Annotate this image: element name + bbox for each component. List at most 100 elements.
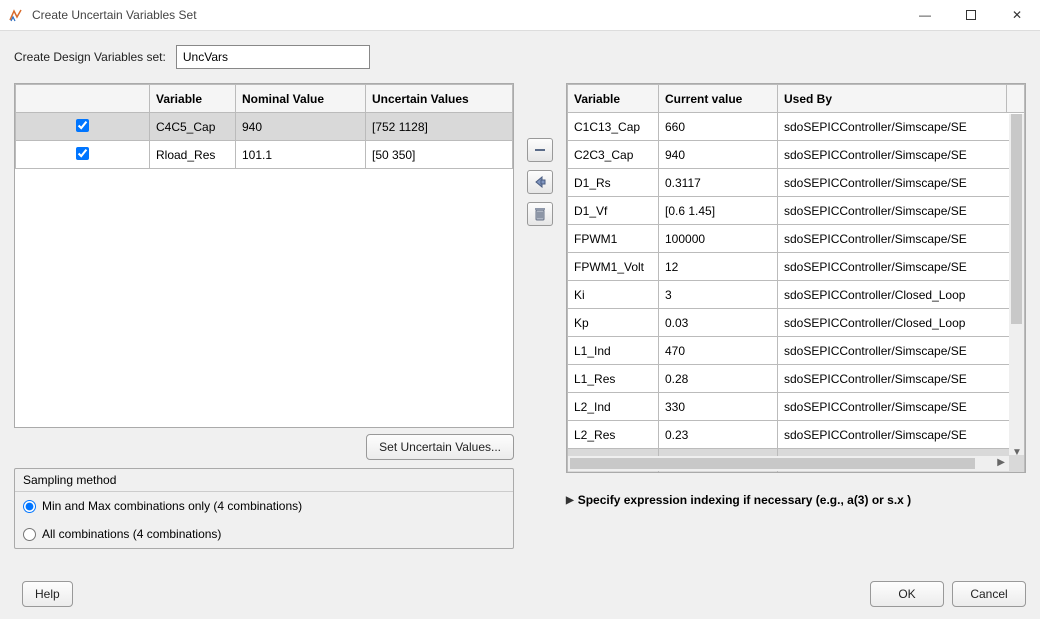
arrow-left-icon <box>533 176 547 188</box>
cell-variable[interactable]: Rload_Res <box>150 141 236 169</box>
table-row[interactable]: L1_Res0.28sdoSEPICController/Simscape/SE <box>568 365 1025 393</box>
cell-variable[interactable]: FPWM1 <box>568 225 659 253</box>
cell-variable[interactable]: C4C5_Cap <box>150 113 236 141</box>
cell-variable[interactable]: L1_Ind <box>568 337 659 365</box>
sampling-method-group: Sampling method Min and Max combinations… <box>14 468 514 549</box>
set-uncertain-values-button[interactable]: Set Uncertain Values... <box>366 434 514 460</box>
cell-usedby[interactable]: sdoSEPICController/Simscape/SE <box>778 253 1025 281</box>
cell-variable[interactable]: D1_Rs <box>568 169 659 197</box>
cell-uncertain[interactable]: [752 1128] <box>366 113 513 141</box>
cell-current[interactable]: 660 <box>659 113 778 141</box>
cell-usedby[interactable]: sdoSEPICController/Simscape/SE <box>778 225 1025 253</box>
table-row[interactable]: Ki3sdoSEPICController/Closed_Loop <box>568 281 1025 309</box>
cell-uncertain[interactable]: [50 350] <box>366 141 513 169</box>
add-left-button[interactable] <box>527 170 553 194</box>
cell-current[interactable]: [0.6 1.45] <box>659 197 778 225</box>
cell-variable[interactable]: D1_Vf <box>568 197 659 225</box>
cell-variable[interactable]: L2_Res <box>568 421 659 449</box>
uncertain-vars-table[interactable]: Variable Nominal Value Uncertain Values … <box>14 83 514 428</box>
vertical-scrollbar[interactable]: ▼ <box>1009 114 1024 455</box>
cell-current[interactable]: 0.28 <box>659 365 778 393</box>
cell-usedby[interactable]: sdoSEPICController/Simscape/SE <box>778 421 1025 449</box>
row-checkbox[interactable] <box>76 119 89 132</box>
minimize-button[interactable]: — <box>902 0 948 31</box>
cell-variable[interactable]: Ki <box>568 281 659 309</box>
cell-nominal[interactable]: 940 <box>236 113 366 141</box>
cell-nominal[interactable]: 101.1 <box>236 141 366 169</box>
maximize-icon <box>966 10 976 20</box>
col-uncertain[interactable]: Uncertain Values <box>366 85 513 113</box>
cell-variable[interactable]: C2C3_Cap <box>568 141 659 169</box>
radio-minmax-label: Min and Max combinations only (4 combina… <box>42 499 302 513</box>
cell-usedby[interactable]: sdoSEPICController/Closed_Loop <box>778 309 1025 337</box>
cell-usedby[interactable]: sdoSEPICController/Simscape/SE <box>778 169 1025 197</box>
scroll-right-icon[interactable]: ▶ <box>997 457 1005 468</box>
minus-icon <box>534 144 546 156</box>
scroll-down-icon[interactable]: ▼ <box>1012 447 1022 458</box>
table-row[interactable]: C2C3_Cap940sdoSEPICController/Simscape/S… <box>568 141 1025 169</box>
cell-variable[interactable]: L1_Res <box>568 365 659 393</box>
remove-button[interactable] <box>527 138 553 162</box>
table-row[interactable]: Rload_Res101.1[50 350] <box>16 141 513 169</box>
cell-usedby[interactable]: sdoSEPICController/Simscape/SE <box>778 337 1025 365</box>
rcol-usedby[interactable]: Used By <box>778 85 1007 113</box>
cell-usedby[interactable]: sdoSEPICController/Simscape/SE <box>778 141 1025 169</box>
all-vars-table[interactable]: Variable Current value Used By C1C13_Cap… <box>566 83 1026 473</box>
table-row[interactable]: D1_Vf[0.6 1.45]sdoSEPICController/Simsca… <box>568 197 1025 225</box>
table-row[interactable]: FPWM1_Volt12sdoSEPICController/Simscape/… <box>568 253 1025 281</box>
group-title: Sampling method <box>15 469 513 492</box>
table-row[interactable]: L1_Ind470sdoSEPICController/Simscape/SE <box>568 337 1025 365</box>
table-row[interactable]: L2_Res0.23sdoSEPICController/Simscape/SE <box>568 421 1025 449</box>
app-icon <box>8 7 24 23</box>
window-title: Create Uncertain Variables Set <box>32 8 197 22</box>
maximize-button[interactable] <box>948 0 994 31</box>
radio-minmax[interactable] <box>23 500 36 513</box>
table-row[interactable]: L2_Ind330sdoSEPICController/Simscape/SE <box>568 393 1025 421</box>
cancel-button[interactable]: Cancel <box>952 581 1026 607</box>
ok-button[interactable]: OK <box>870 581 944 607</box>
help-button[interactable]: Help <box>22 581 73 607</box>
cell-variable[interactable]: Kp <box>568 309 659 337</box>
cell-variable[interactable]: FPWM1_Volt <box>568 253 659 281</box>
specify-expression-toggle[interactable]: ▶ Specify expression indexing if necessa… <box>566 493 1026 507</box>
cell-variable[interactable]: C1C13_Cap <box>568 113 659 141</box>
col-nominal[interactable]: Nominal Value <box>236 85 366 113</box>
cell-current[interactable]: 470 <box>659 337 778 365</box>
table-row[interactable]: Kp0.03sdoSEPICController/Closed_Loop <box>568 309 1025 337</box>
cell-current[interactable]: 3 <box>659 281 778 309</box>
table-row[interactable]: C4C5_Cap940[752 1128] <box>16 113 513 141</box>
cell-variable[interactable]: L2_Ind <box>568 393 659 421</box>
rcol-current[interactable]: Current value <box>659 85 778 113</box>
rcol-spacer <box>1007 85 1025 113</box>
cell-current[interactable]: 0.03 <box>659 309 778 337</box>
rcol-variable[interactable]: Variable <box>568 85 659 113</box>
table-row[interactable]: FPWM1100000sdoSEPICController/Simscape/S… <box>568 225 1025 253</box>
col-variable[interactable]: Variable <box>150 85 236 113</box>
title-bar: Create Uncertain Variables Set — ✕ <box>0 0 1040 31</box>
cell-current[interactable]: 940 <box>659 141 778 169</box>
cell-usedby[interactable]: sdoSEPICController/Simscape/SE <box>778 197 1025 225</box>
trash-icon <box>534 207 546 221</box>
cell-current[interactable]: 100000 <box>659 225 778 253</box>
cell-usedby[interactable]: sdoSEPICController/Closed_Loop <box>778 281 1025 309</box>
scroll-thumb-h[interactable] <box>570 458 975 469</box>
set-label: Create Design Variables set: <box>14 50 166 64</box>
horizontal-scrollbar[interactable]: ▶ <box>568 456 1009 471</box>
cell-current[interactable]: 330 <box>659 393 778 421</box>
cell-current[interactable]: 0.23 <box>659 421 778 449</box>
cell-current[interactable]: 0.3117 <box>659 169 778 197</box>
cell-usedby[interactable]: sdoSEPICController/Simscape/SE <box>778 365 1025 393</box>
cell-usedby[interactable]: sdoSEPICController/Simscape/SE <box>778 113 1025 141</box>
specify-expression-label: Specify expression indexing if necessary… <box>578 493 911 507</box>
close-button[interactable]: ✕ <box>994 0 1040 31</box>
col-checkbox <box>16 85 150 113</box>
row-checkbox[interactable] <box>76 147 89 160</box>
radio-all[interactable] <box>23 528 36 541</box>
cell-usedby[interactable]: sdoSEPICController/Simscape/SE <box>778 393 1025 421</box>
table-row[interactable]: D1_Rs0.3117sdoSEPICController/Simscape/S… <box>568 169 1025 197</box>
table-row[interactable]: C1C13_Cap660sdoSEPICController/Simscape/… <box>568 113 1025 141</box>
cell-current[interactable]: 12 <box>659 253 778 281</box>
scroll-thumb[interactable] <box>1011 114 1022 324</box>
delete-button[interactable] <box>527 202 553 226</box>
set-name-input[interactable] <box>176 45 370 69</box>
